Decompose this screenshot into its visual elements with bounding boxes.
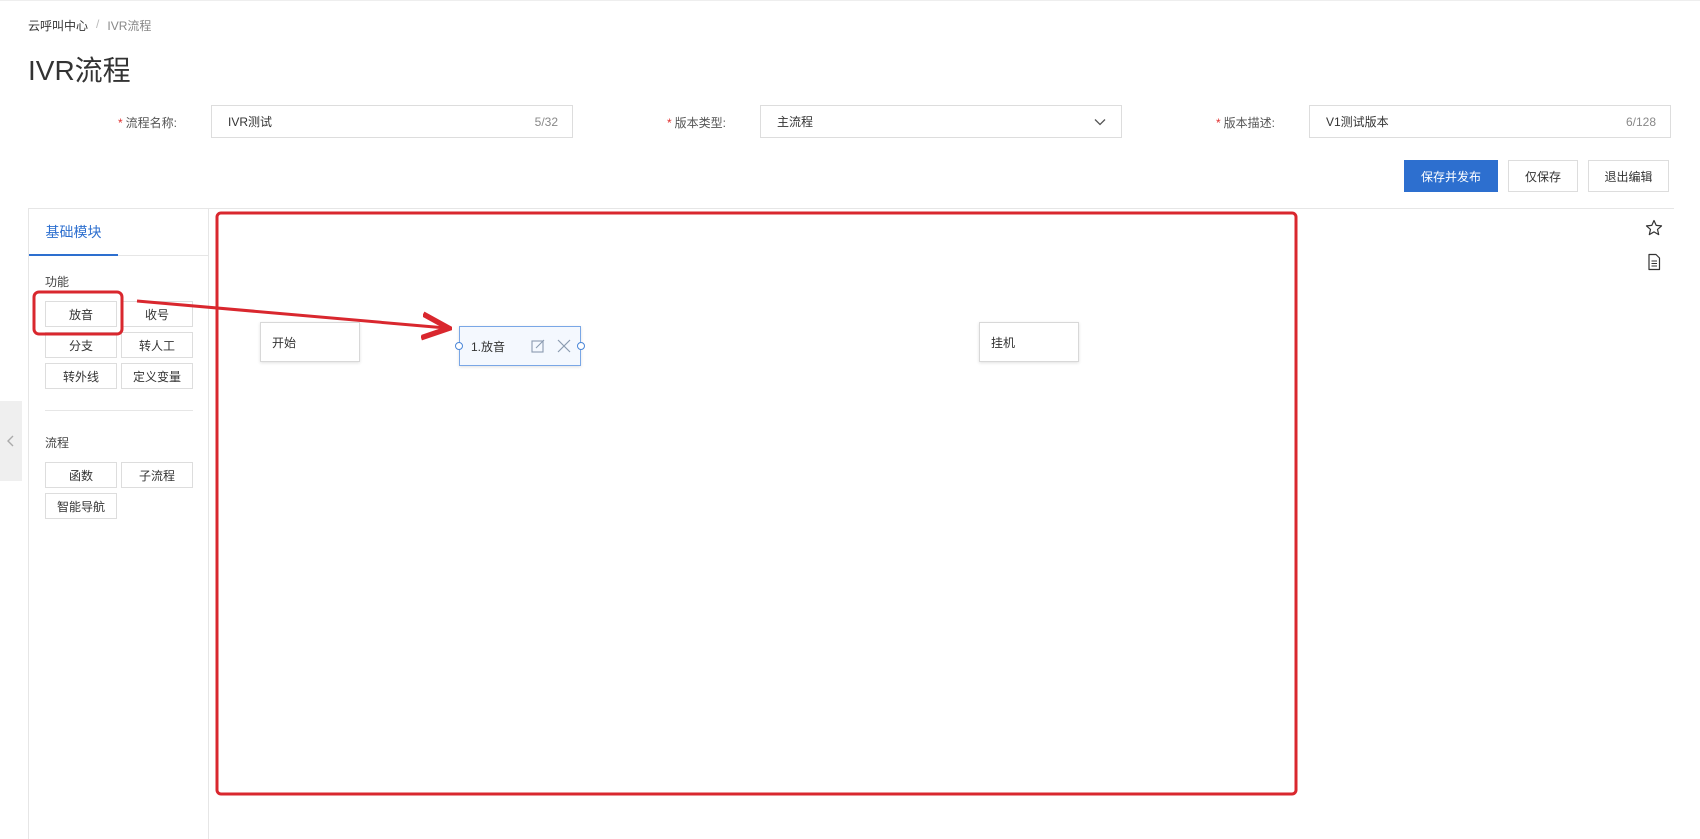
- ivr-flow-page: 云呼叫中心 / IVR流程 IVR流程 * 流程名称: IVR测试 5/32 * 版…: [0, 0, 1700, 839]
- flow-form: * 流程名称: IVR测试 5/32 * 版本类型: 主流程 * 版本描述: V1测试…: [0, 105, 1700, 139]
- exit-edit-button[interactable]: 退出编辑: [1588, 160, 1669, 192]
- input-port-handle[interactable]: [455, 342, 463, 350]
- version-type-value: 主流程: [777, 115, 814, 129]
- save-only-button[interactable]: 仅保存: [1508, 160, 1578, 192]
- chevron-left-icon: [7, 435, 14, 447]
- star-icon[interactable]: [1645, 219, 1663, 237]
- required-mark: *: [1216, 116, 1221, 130]
- tab-basic-modules[interactable]: 基础模块: [29, 209, 118, 256]
- breadcrumb: 云呼叫中心 / IVR流程: [28, 17, 151, 34]
- sidebar-collapse-toggle[interactable]: [0, 401, 22, 481]
- required-mark: *: [118, 116, 123, 130]
- node-start-label: 开始: [272, 335, 297, 350]
- flow-canvas[interactable]: 开始 1.放音 挂机: [209, 209, 1675, 839]
- breadcrumb-separator: /: [96, 17, 100, 31]
- sidebar-tabs: 基础模块: [29, 209, 209, 256]
- version-type-label: * 版本类型:: [667, 116, 727, 130]
- flow-name-char-count: 5/32: [534, 114, 558, 129]
- module-transfer-agent[interactable]: 转人工: [121, 332, 193, 358]
- node-hangup-label: 挂机: [991, 335, 1016, 350]
- version-desc-input[interactable]: V1测试版本 6/128: [1309, 105, 1671, 138]
- breadcrumb-current: IVR流程: [107, 19, 152, 33]
- module-sidebar: 基础模块 功能 放音 收号 分支 转人工 转外线 定义变量 流程 函数 子流程 …: [29, 209, 209, 839]
- edit-icon[interactable]: [530, 338, 546, 354]
- breadcrumb-root-link[interactable]: 云呼叫中心: [28, 17, 88, 34]
- node-hangup[interactable]: 挂机: [979, 322, 1079, 362]
- node-tools: [530, 338, 572, 354]
- version-desc-char-count: 6/128: [1625, 114, 1656, 129]
- module-play-audio[interactable]: 放音: [45, 301, 117, 327]
- module-collect-digits[interactable]: 收号: [121, 301, 193, 327]
- sidebar-divider: [45, 410, 193, 411]
- module-subflow[interactable]: 子流程: [121, 462, 193, 488]
- node-play-audio[interactable]: 1.放音: [455, 326, 585, 366]
- version-desc-value: V1测试版本: [1326, 115, 1389, 129]
- flow-name-input[interactable]: IVR测试 5/32: [211, 105, 573, 138]
- flow-name-value: IVR测试: [228, 115, 273, 129]
- output-port-handle[interactable]: [577, 342, 585, 350]
- flow-name-label: * 流程名称:: [118, 116, 178, 130]
- module-smart-navigation[interactable]: 智能导航: [45, 493, 117, 519]
- function-group-label: 功能: [45, 275, 70, 289]
- close-icon[interactable]: [556, 338, 572, 354]
- document-icon[interactable]: [1645, 253, 1663, 271]
- flow-group-label: 流程: [45, 436, 70, 450]
- module-transfer-external[interactable]: 转外线: [45, 363, 117, 389]
- version-type-select[interactable]: 主流程: [760, 105, 1122, 138]
- version-desc-label: * 版本描述:: [1216, 116, 1276, 130]
- required-mark: *: [667, 116, 672, 130]
- node-start[interactable]: 开始: [260, 322, 360, 362]
- page-title: IVR流程: [28, 55, 131, 86]
- module-function[interactable]: 函数: [45, 462, 117, 488]
- chevron-down-icon: [1094, 118, 1106, 125]
- module-define-variable[interactable]: 定义变量: [121, 363, 193, 389]
- save-and-publish-button[interactable]: 保存并发布: [1404, 160, 1498, 192]
- canvas-tools: [1645, 219, 1663, 271]
- module-branch[interactable]: 分支: [45, 332, 117, 358]
- flow-editor-workspace: 基础模块 功能 放音 收号 分支 转人工 转外线 定义变量 流程 函数 子流程 …: [28, 208, 1675, 839]
- node-play-audio-label: 1.放音: [471, 339, 506, 354]
